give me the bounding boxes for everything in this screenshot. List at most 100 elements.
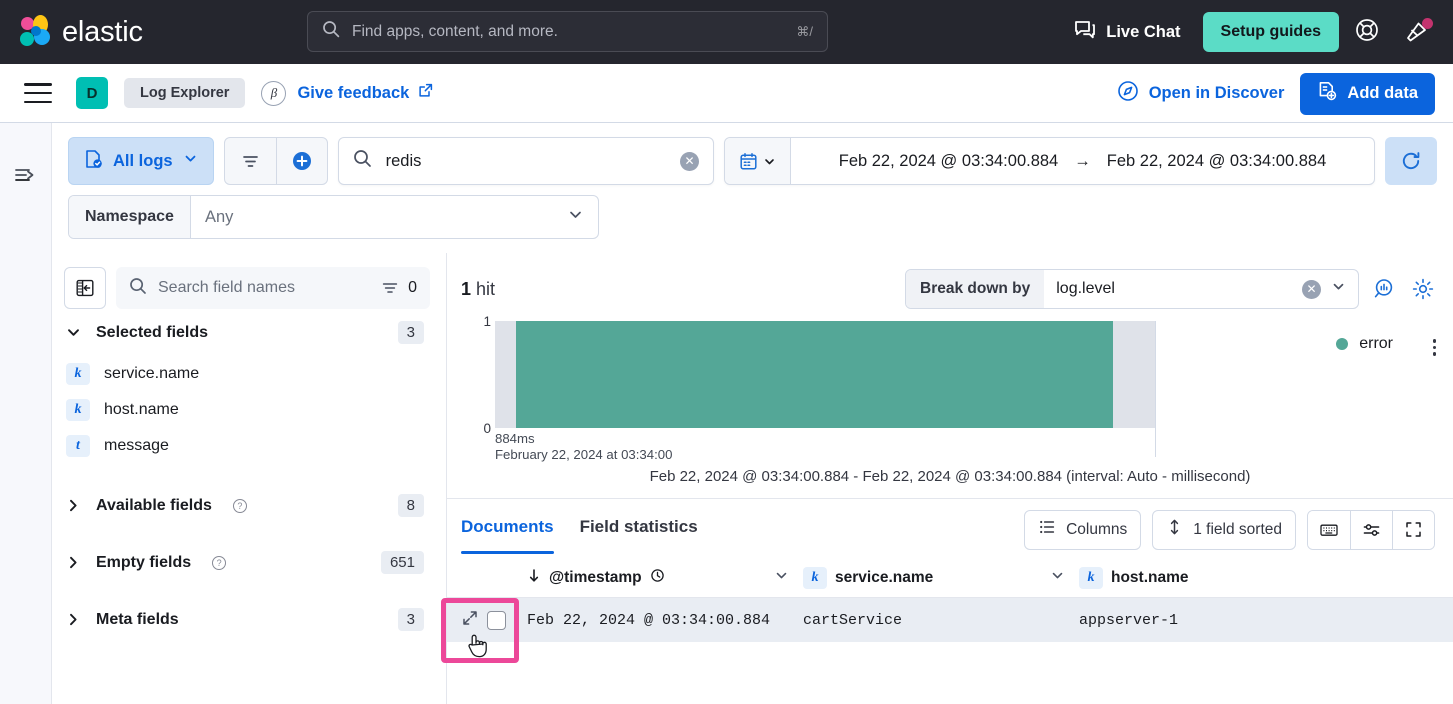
- field-group-selected-fields[interactable]: Selected fields 3: [64, 309, 430, 356]
- query-row-primary: All logs: [68, 137, 1437, 185]
- chart-plot-area[interactable]: [495, 321, 1155, 428]
- collapse-sidebar-button[interactable]: [64, 267, 106, 309]
- global-search-placeholder: Find apps, content, and more.: [352, 23, 784, 41]
- search-shortcut-hint: ⌘/: [796, 24, 813, 40]
- cell-host-name: appserver-1: [1079, 612, 1453, 629]
- chart-context-menu-button[interactable]: [1433, 339, 1437, 356]
- setup-guides-button[interactable]: Setup guides: [1203, 12, 1339, 52]
- refresh-button[interactable]: [1385, 137, 1437, 185]
- help-icon[interactable]: ?: [233, 499, 247, 513]
- date-from-value: Feb 22, 2024 @ 03:34:00.884: [839, 152, 1059, 171]
- main-menu-button[interactable]: [24, 83, 52, 103]
- filter-list-button[interactable]: [225, 138, 276, 184]
- y-axis-tick-top: 1: [483, 314, 491, 329]
- chevron-down-icon: [567, 206, 584, 228]
- table-row[interactable]: Feb 22, 2024 @ 03:34:00.884 cartService …: [447, 598, 1453, 642]
- field-search-input[interactable]: Search field names 0: [116, 267, 430, 309]
- clear-query-button[interactable]: ✕: [680, 152, 699, 171]
- namespace-label: Namespace: [69, 196, 191, 238]
- field-group-meta-fields[interactable]: Meta fields 3: [64, 596, 430, 643]
- field-item-service-name[interactable]: k service.name: [64, 356, 430, 392]
- field-filter-button[interactable]: 0: [381, 279, 417, 297]
- query-search-value: redis: [386, 152, 666, 171]
- expand-rail-button[interactable]: [14, 166, 38, 189]
- inspect-chart-button[interactable]: [1373, 277, 1397, 301]
- chevron-right-icon: [64, 611, 82, 628]
- column-menu-timestamp[interactable]: [774, 568, 789, 588]
- table-header-service-name[interactable]: k service.name: [803, 567, 1079, 589]
- tab-documents[interactable]: Documents: [461, 509, 554, 550]
- beta-badge: β: [261, 81, 286, 106]
- columns-button[interactable]: Columns: [1024, 510, 1141, 550]
- chart-options-gear-button[interactable]: [1411, 277, 1435, 301]
- namespace-select[interactable]: Any: [191, 196, 598, 238]
- add-filter-button[interactable]: [276, 138, 327, 184]
- breakdown-select[interactable]: log.level ✕: [1044, 270, 1358, 308]
- row-select-checkbox[interactable]: [487, 611, 506, 630]
- field-group-label: Empty fields: [96, 554, 191, 572]
- legend-color-swatch: [1336, 338, 1348, 350]
- search-icon: [322, 20, 340, 43]
- clock-icon: [650, 568, 665, 588]
- announcements-button[interactable]: [1395, 10, 1439, 54]
- field-group-label: Selected fields: [96, 324, 208, 342]
- app-chrome-bar: D Log Explorer β Give feedback Open in D…: [0, 64, 1453, 123]
- field-type-badge: k: [66, 399, 90, 421]
- hit-count: 1 hit: [461, 279, 495, 300]
- namespace-control[interactable]: Namespace Any: [68, 195, 599, 239]
- clear-breakdown-button[interactable]: ✕: [1302, 280, 1321, 299]
- histogram-header: 1 hit Break down by log.level ✕: [447, 253, 1453, 309]
- breakdown-label: Break down by: [906, 270, 1044, 308]
- dataset-selector-button[interactable]: All logs: [68, 137, 214, 185]
- help-button[interactable]: [1345, 10, 1389, 54]
- table-header-timestamp[interactable]: @timestamp: [527, 568, 803, 588]
- cell-timestamp: Feb 22, 2024 @ 03:34:00.884: [527, 612, 803, 629]
- y-axis-tick-bottom: 0: [483, 421, 491, 436]
- fullscreen-icon[interactable]: [1392, 511, 1434, 549]
- chevron-down-icon: [1331, 279, 1346, 299]
- field-item-label: host.name: [104, 401, 179, 419]
- chart-legend[interactable]: error: [1336, 335, 1393, 353]
- field-group-label: Meta fields: [96, 611, 179, 629]
- compass-icon: [1117, 80, 1139, 107]
- elastic-logo[interactable]: elastic: [18, 15, 143, 49]
- date-range-values[interactable]: Feb 22, 2024 @ 03:34:00.884 → Feb 22, 20…: [791, 152, 1374, 171]
- chevron-right-icon: [64, 497, 82, 514]
- display-options-icon[interactable]: [1350, 511, 1392, 549]
- expand-row-icon[interactable]: [461, 609, 479, 632]
- field-group-count: 651: [381, 551, 424, 574]
- help-icon[interactable]: ?: [212, 556, 226, 570]
- date-quick-menu-button[interactable]: [725, 138, 791, 184]
- give-feedback-label: Give feedback: [297, 84, 409, 103]
- give-feedback-link[interactable]: Give feedback: [297, 83, 433, 103]
- keyboard-icon[interactable]: [1308, 511, 1350, 549]
- lifesaver-icon: [1354, 17, 1380, 48]
- tab-field-statistics[interactable]: Field statistics: [580, 509, 698, 550]
- breakdown-control[interactable]: Break down by log.level ✕: [905, 269, 1359, 309]
- field-group-available-fields[interactable]: Available fields ? 8: [64, 482, 430, 529]
- column-menu-service-name[interactable]: [1050, 568, 1065, 588]
- open-in-discover-link[interactable]: Open in Discover: [1117, 80, 1285, 107]
- sort-fields-button[interactable]: 1 field sorted: [1152, 510, 1296, 550]
- live-chat-button[interactable]: Live Chat: [1060, 20, 1194, 45]
- avatar[interactable]: D: [76, 77, 108, 109]
- chart-bar-error[interactable]: [516, 321, 1113, 428]
- breakdown-controls: Break down by log.level ✕: [905, 269, 1435, 309]
- field-group-count: 3: [398, 321, 424, 344]
- chevron-right-icon: [64, 554, 82, 571]
- field-item-label: message: [104, 437, 169, 455]
- table-header-host-name-label: host.name: [1111, 569, 1189, 587]
- query-search-input[interactable]: redis ✕: [338, 137, 714, 185]
- sort-fields-label: 1 field sorted: [1193, 521, 1282, 539]
- breadcrumb[interactable]: Log Explorer: [124, 78, 245, 108]
- field-item-host-name[interactable]: k host.name: [64, 392, 430, 428]
- add-data-button[interactable]: Add data: [1300, 73, 1435, 115]
- table-header-row: @timestamp k service.name k h: [447, 558, 1453, 598]
- global-search-input[interactable]: Find apps, content, and more. ⌘/: [307, 11, 828, 52]
- date-range-picker[interactable]: Feb 22, 2024 @ 03:34:00.884 → Feb 22, 20…: [724, 137, 1375, 185]
- field-group-empty-fields[interactable]: Empty fields ? 651: [64, 539, 430, 586]
- add-data-label: Add data: [1347, 84, 1418, 103]
- table-header-host-name[interactable]: k host.name: [1079, 567, 1453, 589]
- collapsed-left-rail: [0, 123, 52, 704]
- field-item-message[interactable]: t message: [64, 428, 430, 464]
